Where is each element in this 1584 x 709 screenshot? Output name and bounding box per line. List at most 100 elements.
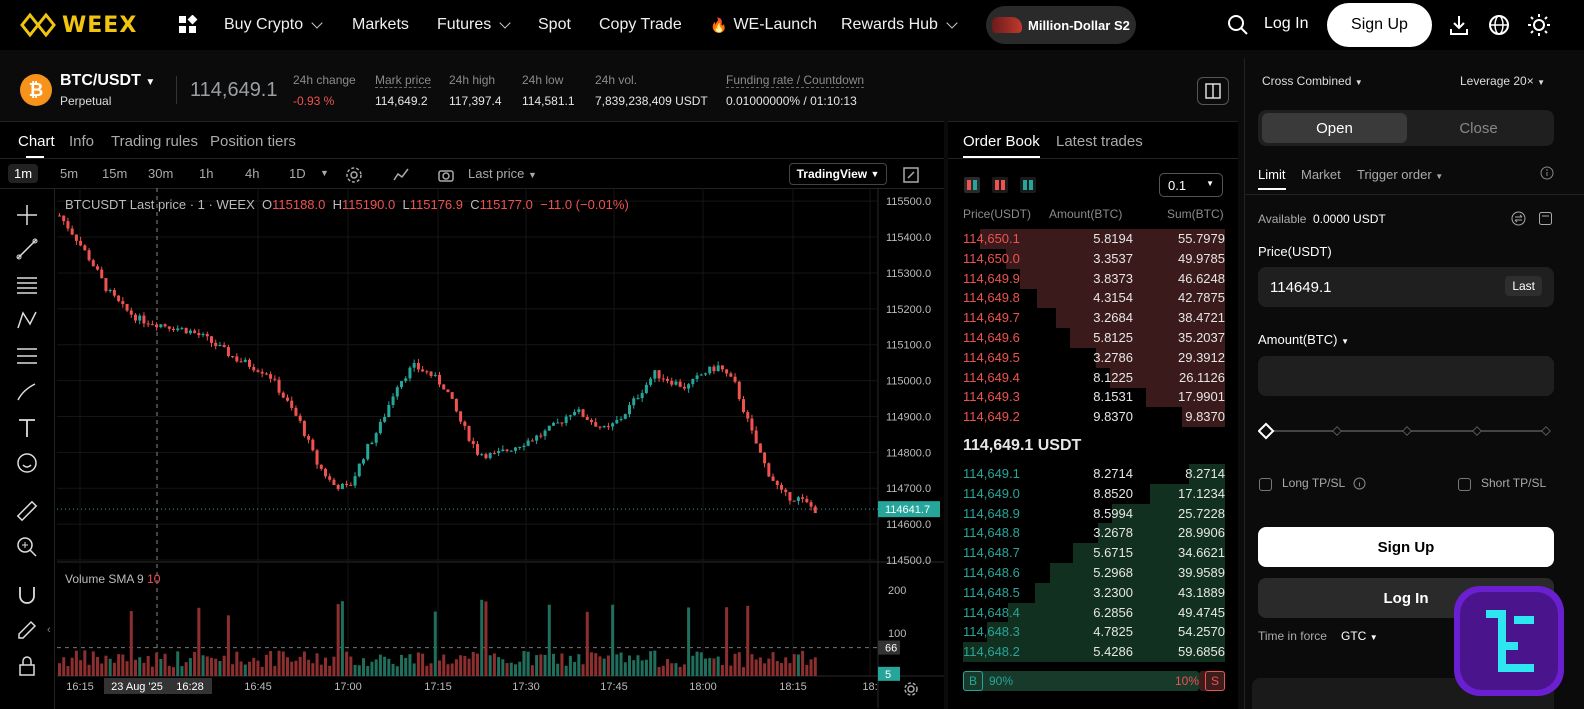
indicators-icon[interactable] <box>392 166 410 184</box>
bid-row[interactable]: 114,648.4 6.2856 49.4745 <box>963 602 1225 623</box>
tab-chart[interactable]: Chart <box>18 133 55 150</box>
price-chart[interactable]: 115500.0 115400.0 115300.0 115200.0 115100.0… <box>0 188 944 708</box>
nav-buy-crypto[interactable]: Buy Crypto <box>224 16 323 34</box>
ask-row[interactable]: 114,649.7 3.2684 38.4721 <box>963 308 1225 329</box>
nav-spot[interactable]: Spot <box>538 16 571 34</box>
bid-row[interactable]: 114,648.8 3.2678 28.9906 <box>963 523 1225 544</box>
calculator-icon[interactable] <box>1538 211 1553 226</box>
ask-row[interactable]: 114,649.2 9.8370 9.8370 <box>963 407 1225 428</box>
close-tab[interactable]: Close <box>1407 113 1550 143</box>
candle-body <box>450 392 454 399</box>
nav-we-launch[interactable]: 🔥 WE-Launch <box>710 16 817 34</box>
pair-selector[interactable]: BTC/USDT ▼ <box>60 72 155 90</box>
nav-copy-trade[interactable]: Copy Trade <box>599 16 682 34</box>
bid-row[interactable]: 114,648.2 5.4286 59.6856 <box>963 642 1225 663</box>
ask-row[interactable]: 114,649.8 4.3154 42.7875 <box>963 288 1225 309</box>
ask-row[interactable]: 114,650.0 3.3537 49.9785 <box>963 248 1225 269</box>
candle-body <box>311 439 315 451</box>
volume-bar <box>412 663 416 676</box>
book-view-bids-icon[interactable] <box>1019 176 1037 194</box>
caret-down-icon[interactable]: ▼ <box>320 168 329 178</box>
price-type-select[interactable]: Last price ▼ <box>468 166 537 181</box>
ask-row[interactable]: 114,649.4 8.1225 26.1126 <box>963 367 1225 388</box>
row-price: 114,649.2 <box>963 409 1020 425</box>
volume-bar <box>167 665 171 676</box>
apps-grid-icon[interactable] <box>178 15 198 35</box>
tab-position-tiers[interactable]: Position tiers <box>210 133 296 150</box>
margin-mode-select[interactable]: Cross Combined ▼ <box>1262 74 1363 88</box>
login-link[interactable]: Log In <box>1264 15 1308 33</box>
tab-order-book[interactable]: Order Book <box>963 133 1040 150</box>
chart-settings-icon[interactable] <box>903 681 919 697</box>
search-icon[interactable] <box>1227 14 1249 36</box>
bid-row[interactable]: 114,648.6 5.2968 39.9589 <box>963 563 1225 583</box>
download-icon[interactable] <box>1449 14 1469 36</box>
transfer-icon[interactable] <box>1511 211 1526 226</box>
timeframe-30m[interactable]: 30m <box>148 166 173 181</box>
bid-row[interactable]: 114,648.7 5.6715 34.6621 <box>963 543 1225 564</box>
timeframe-15m[interactable]: 15m <box>102 166 127 181</box>
nav-futures[interactable]: Futures <box>437 16 511 34</box>
bid-row[interactable]: 114,649.0 8.8520 17.1234 <box>963 483 1225 504</box>
settings-gear-icon[interactable] <box>345 166 363 184</box>
x-tick-label: 16:15 <box>66 681 94 693</box>
price-input[interactable]: 114649.1 Last <box>1258 267 1554 307</box>
bid-row[interactable]: 114,648.3 4.7825 54.2570 <box>963 622 1225 643</box>
open-tab[interactable]: Open <box>1262 113 1407 143</box>
leverage-select[interactable]: Leverage 20× ▼ <box>1460 74 1545 88</box>
tradingview-toggle[interactable]: TradingView ▼ <box>789 163 887 185</box>
price-input-value: 114649.1 <box>1270 279 1332 296</box>
nav-rewards-hub[interactable]: Rewards Hub <box>841 16 958 34</box>
tab-info[interactable]: Info <box>69 133 94 150</box>
candle-body <box>454 398 458 412</box>
info-icon[interactable] <box>1353 477 1366 490</box>
amount-label[interactable]: Amount(BTC) ▼ <box>1258 332 1349 347</box>
timeframe-4h[interactable]: 4h <box>245 166 259 181</box>
ask-row[interactable]: 114,649.6 5.8125 35.2037 <box>963 328 1225 348</box>
timeframe-1m[interactable]: 1m <box>8 164 39 183</box>
book-layout-icon[interactable] <box>1197 77 1229 105</box>
precision-select[interactable]: 0.1 ▼ <box>1159 173 1223 197</box>
theme-sun-icon[interactable] <box>1527 13 1551 37</box>
candle-body <box>104 278 108 291</box>
bitcoin-icon: ₿ <box>20 74 52 106</box>
candle-body <box>273 378 277 380</box>
short-tpsl-checkbox[interactable] <box>1458 478 1471 491</box>
candle-body <box>514 447 517 451</box>
sell-percent: 10% <box>1174 674 1199 688</box>
tab-trading-rules[interactable]: Trading rules <box>111 133 198 150</box>
book-view-both-icon[interactable] <box>963 176 981 194</box>
form-signup-button[interactable]: Sign Up <box>1258 527 1554 567</box>
tab-latest-trades[interactable]: Latest trades <box>1056 133 1143 150</box>
last-price-tag[interactable]: Last <box>1505 276 1542 296</box>
amount-input[interactable] <box>1258 356 1554 396</box>
brand-logo[interactable]: WEEX <box>20 10 137 40</box>
fullscreen-icon[interactable] <box>902 166 920 184</box>
timeframe-5m[interactable]: 5m <box>60 166 78 181</box>
order-type-trigger[interactable]: Trigger order ▼ <box>1357 167 1443 182</box>
ask-row[interactable]: 114,649.3 8.1531 17.9901 <box>963 387 1225 408</box>
bid-row[interactable]: 114,648.5 3.2300 43.1889 <box>963 582 1225 603</box>
timeframe-1h[interactable]: 1h <box>199 166 213 181</box>
time-in-force-select[interactable]: GTC ▼ <box>1341 629 1378 643</box>
volume-bar <box>100 663 104 676</box>
ask-row[interactable]: 114,650.1 5.8194 55.7979 <box>963 229 1225 249</box>
bid-row[interactable]: 114,648.9 8.5994 25.7228 <box>963 503 1225 524</box>
long-tpsl-checkbox[interactable] <box>1259 478 1272 491</box>
nav-markets[interactable]: Markets <box>352 16 409 34</box>
book-view-asks-icon[interactable] <box>991 176 1009 194</box>
camera-icon[interactable] <box>437 166 455 184</box>
candle-body <box>197 333 201 336</box>
ask-row[interactable]: 114,649.5 3.2786 29.3912 <box>963 347 1225 368</box>
candle-body <box>349 484 353 486</box>
info-icon[interactable] <box>1540 166 1554 180</box>
promo-banner[interactable]: Million-Dollar S2 <box>986 6 1136 44</box>
signup-button[interactable]: Sign Up <box>1327 3 1432 47</box>
ask-row[interactable]: 114,649.9 3.8373 46.6248 <box>963 268 1225 289</box>
timeframe-1d[interactable]: 1D <box>289 166 306 181</box>
order-type-market[interactable]: Market <box>1301 167 1341 182</box>
globe-icon[interactable] <box>1488 14 1510 36</box>
amount-slider[interactable] <box>1258 422 1554 440</box>
order-type-limit[interactable]: Limit <box>1258 167 1285 182</box>
bid-row[interactable]: 114,649.1 8.2714 8.2714 <box>963 464 1225 484</box>
